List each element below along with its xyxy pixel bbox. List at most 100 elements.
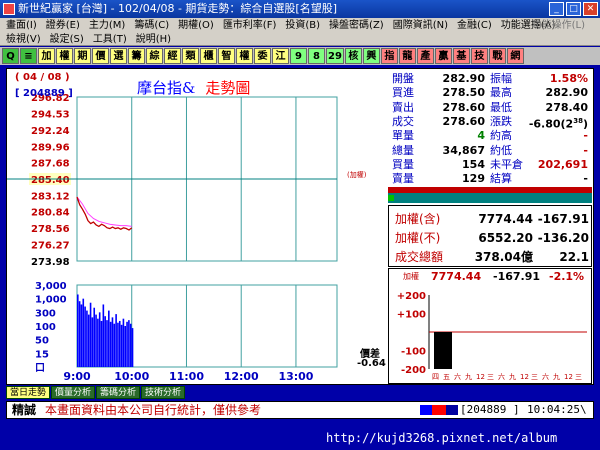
menu-function-operate[interactable]: 功能操作(L): [532, 18, 585, 33]
toolbar-button[interactable]: 權: [236, 48, 253, 64]
volume-bar: [98, 312, 101, 367]
volume-bar: [109, 321, 112, 367]
quote-value-main: -: [583, 129, 588, 143]
toolbar-button[interactable]: 籌: [128, 48, 145, 64]
quote-value: 278.60: [442, 114, 485, 128]
menu-item[interactable]: 操盤密碼(Z): [329, 20, 384, 31]
volume-bar: [124, 326, 127, 367]
toolbar-button[interactable]: 8: [308, 48, 325, 64]
volume-bar: [104, 316, 106, 367]
quote-value: -6.80(238): [520, 115, 588, 131]
volume-bar: [108, 310, 110, 367]
toolbar-button[interactable]: 期: [74, 48, 91, 64]
toolbar-button[interactable]: 核: [344, 48, 362, 64]
mini-x-label: 三: [575, 373, 582, 381]
menu-item[interactable]: 投資(B): [285, 20, 320, 31]
quote-value-main: -: [583, 172, 588, 186]
toolbar-button[interactable]: 29: [326, 48, 344, 64]
toolbar-button[interactable]: 選: [110, 48, 127, 64]
x-tick-label: 12:00: [224, 370, 259, 383]
toolbar-button[interactable]: 指: [380, 48, 398, 64]
toolbar-button[interactable]: ≡: [20, 48, 37, 64]
menu-item[interactable]: 畫面(I): [6, 20, 37, 31]
volume-bar: [118, 320, 121, 367]
footer-url: http://kujd3268.pixnet.net/album: [326, 431, 558, 445]
toolbar-button[interactable]: 龍: [398, 48, 416, 64]
menu-item[interactable]: 匯市利率(F): [223, 20, 277, 31]
quote-label: 賣量: [392, 172, 414, 186]
mini-chart-value: 7774.44: [431, 270, 482, 283]
index-value: 6552.20: [478, 231, 533, 245]
toolbar-button[interactable]: 權: [56, 48, 73, 64]
mini-chart-canvas: +200+100-100-200四五六九 12 三六九 12 三六九 12 三: [397, 291, 587, 381]
volume-bar: [97, 318, 99, 367]
toolbar-button[interactable]: 經: [164, 48, 181, 64]
toolbar-button[interactable]: 戰: [488, 48, 506, 64]
close-button[interactable]: ✕: [583, 2, 598, 16]
index-row: 加權(不) 6552.20 -136.20: [389, 229, 591, 247]
toolbar-button[interactable]: 智: [218, 48, 235, 64]
status-color-legend: [420, 405, 458, 415]
quote-value: 34,867: [442, 143, 485, 157]
quote-value: 202,691: [520, 158, 588, 171]
volume-bar: [106, 320, 108, 367]
quote-label: 總量: [392, 143, 414, 157]
menu-item[interactable]: 工具(T): [93, 34, 127, 45]
mini-x-label: 六: [542, 372, 549, 381]
menu-item[interactable]: 國際資訊(N): [393, 20, 448, 31]
tab-2[interactable]: 籌碼分析: [96, 386, 141, 399]
tab-1[interactable]: 價量分析: [51, 386, 96, 399]
volume-tick-label: 1,000: [35, 295, 67, 306]
quote-label: 約低: [490, 143, 512, 157]
volume-bar: [95, 314, 97, 367]
quote-label: 振幅: [490, 72, 512, 85]
mini-x-label: 九: [553, 372, 560, 381]
menu-item[interactable]: 主力(M): [89, 20, 125, 31]
menu-item[interactable]: 證券(E): [46, 20, 80, 31]
maximize-button[interactable]: □: [566, 2, 581, 16]
volume-bar: [77, 294, 79, 367]
menu-item[interactable]: 金融(C): [457, 20, 492, 31]
quote-value: -: [520, 129, 588, 142]
toolbar-button[interactable]: 江: [272, 48, 289, 64]
quote-value: 282.90: [520, 86, 588, 99]
toolbar-button[interactable]: 9: [290, 48, 307, 64]
volume-bar: [120, 324, 123, 367]
toolbar-button[interactable]: 產: [416, 48, 434, 64]
index-summary: 加權(含) 7774.44 -167.91 加權(不) 6552.20 -136.20 成交…: [388, 205, 592, 267]
mini-y-tick: -200: [401, 365, 426, 376]
toolbar-button[interactable]: Q: [2, 48, 19, 64]
toolbar-button[interactable]: 綜: [146, 48, 163, 64]
toolbar-button[interactable]: 網: [506, 48, 524, 64]
tab-0[interactable]: 當日走勢: [6, 386, 51, 399]
toolbar-button[interactable]: 加: [38, 48, 55, 64]
toolbar-button[interactable]: 興: [362, 48, 380, 64]
quote-row: 總量 34,867 約低 -: [386, 144, 593, 157]
status-message: 本畫面資料由本公司自行統計，僅供參考: [45, 403, 262, 417]
toolbar-button[interactable]: 類: [182, 48, 199, 64]
volume-bar: [128, 320, 130, 367]
menu-item[interactable]: 檢視(V): [6, 34, 41, 45]
tab-3[interactable]: 技術分析: [141, 386, 186, 399]
minimize-button[interactable]: _: [549, 2, 564, 16]
x-tick-label: 9:00: [63, 370, 91, 383]
mini-x-label: 12: [476, 373, 485, 381]
quote-pane: 開盤 282.90 振幅 1.58% 買進 278.50 最高 282.90 賣出 278.60 最…: [386, 69, 593, 384]
volume-bar: [126, 321, 128, 367]
menu-item[interactable]: 設定(S): [50, 34, 84, 45]
x-tick-label: 10:00: [114, 370, 149, 383]
volume-bar: [113, 323, 116, 367]
toolbar-button[interactable]: 委: [254, 48, 271, 64]
quote-value: 129: [462, 172, 485, 186]
toolbar-button[interactable]: 價: [92, 48, 109, 64]
volume-bar: [84, 306, 86, 367]
menu-item[interactable]: 說明(H): [136, 34, 171, 45]
toolbar-button[interactable]: 技: [470, 48, 488, 64]
menu-item[interactable]: 期權(O): [178, 20, 214, 31]
index-change: -167.91: [537, 212, 589, 226]
menu-item[interactable]: 籌碼(C): [134, 20, 169, 31]
toolbar-button[interactable]: 基: [452, 48, 470, 64]
toolbar-button[interactable]: 櫃: [200, 48, 217, 64]
volume-bar: [117, 322, 119, 367]
toolbar-button[interactable]: 贏: [434, 48, 452, 64]
